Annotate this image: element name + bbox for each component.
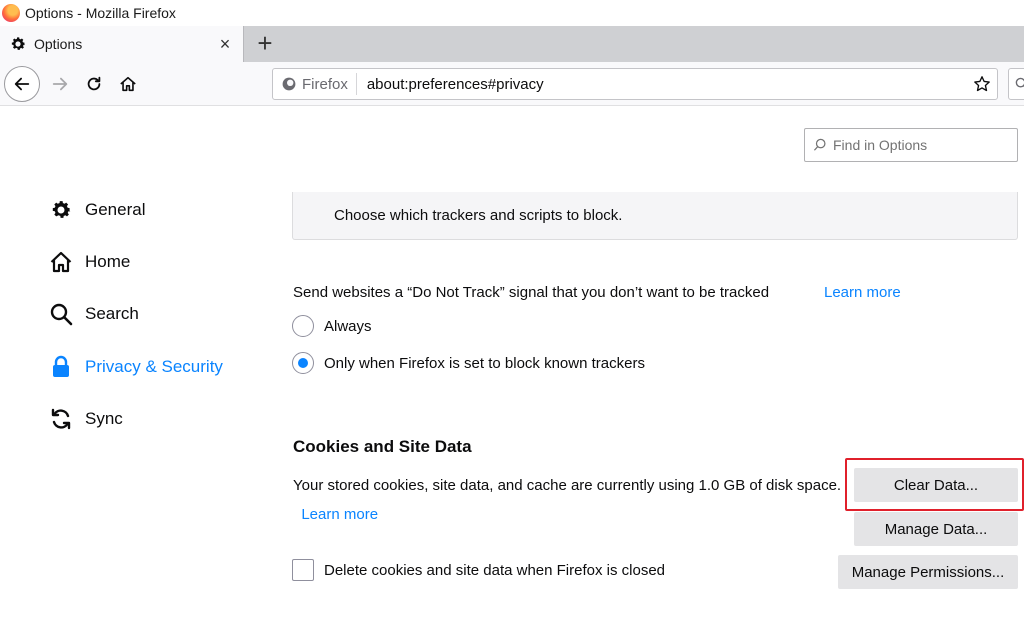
delete-on-close-label: Delete cookies and site data when Firefo… xyxy=(324,561,666,579)
category-home[interactable]: Home xyxy=(48,248,130,276)
cookies-usage-text: Your stored cookies, site data, and cach… xyxy=(293,477,842,494)
delete-on-close-checkbox[interactable] xyxy=(292,559,314,581)
category-label: General xyxy=(85,200,146,219)
radio-button-selected[interactable] xyxy=(292,352,314,374)
find-in-options[interactable] xyxy=(804,128,1018,162)
bookmark-star-icon[interactable] xyxy=(967,69,997,99)
tracking-panel-text: Choose which trackers and scripts to blo… xyxy=(334,207,623,224)
manage-permissions-button[interactable]: Manage Permissions... xyxy=(838,555,1018,589)
search-icon xyxy=(48,301,74,327)
gear-icon xyxy=(48,197,74,223)
category-general[interactable]: General xyxy=(48,196,145,224)
sync-icon xyxy=(48,406,74,432)
forward-button[interactable] xyxy=(42,66,78,102)
preferences-content: General Home Search Privacy & Security S… xyxy=(0,106,1024,627)
nav-bar: Firefox about:preferences#privacy xyxy=(0,62,1024,106)
tab-options[interactable]: Options × xyxy=(0,26,244,62)
back-button[interactable] xyxy=(4,66,40,102)
url-bar[interactable]: Firefox about:preferences#privacy xyxy=(272,68,998,100)
search-icon xyxy=(813,138,826,151)
category-label: Search xyxy=(85,304,139,323)
category-label: Sync xyxy=(85,409,123,428)
reload-button[interactable] xyxy=(76,66,112,102)
category-privacy-security[interactable]: Privacy & Security xyxy=(48,353,223,381)
delete-on-close-option[interactable]: Delete cookies and site data when Firefo… xyxy=(292,558,665,582)
arrow-left-icon xyxy=(14,77,30,91)
radio-label: Only when Firefox is set to block known … xyxy=(324,354,645,372)
firefox-logo-icon xyxy=(2,4,20,22)
cookies-learn-more-link[interactable]: Learn more xyxy=(301,506,378,523)
find-input[interactable] xyxy=(833,137,1013,153)
clear-data-button[interactable]: Clear Data... xyxy=(854,468,1018,502)
lock-icon xyxy=(48,354,74,380)
radio-label: Always xyxy=(324,317,372,335)
gear-icon xyxy=(8,34,28,54)
tracking-protection-panel: Choose which trackers and scripts to blo… xyxy=(292,192,1018,240)
category-sync[interactable]: Sync xyxy=(48,405,123,433)
firefox-icon xyxy=(282,77,296,91)
home-icon xyxy=(48,249,74,275)
manage-data-button[interactable]: Manage Data... xyxy=(854,512,1018,546)
search-icon xyxy=(1015,77,1024,88)
radio-button[interactable] xyxy=(292,315,314,337)
home-button[interactable] xyxy=(110,66,146,102)
close-icon[interactable]: × xyxy=(213,32,237,56)
category-search[interactable]: Search xyxy=(48,300,139,328)
identity-label: Firefox xyxy=(302,75,348,93)
new-tab-button[interactable]: + xyxy=(250,28,280,58)
dnt-option-only-when-blocking[interactable]: Only when Firefox is set to block known … xyxy=(292,351,645,375)
dnt-option-always[interactable]: Always xyxy=(292,314,372,338)
identity-box[interactable]: Firefox xyxy=(273,73,357,95)
arrow-right-icon xyxy=(52,77,68,91)
tab-strip: Options × + xyxy=(0,26,1024,62)
window-title: Options - Mozilla Firefox xyxy=(25,5,176,21)
cookies-description: Your stored cookies, site data, and cach… xyxy=(293,471,843,529)
category-label: Home xyxy=(85,252,131,271)
title-bar: Options - Mozilla Firefox xyxy=(0,0,1024,26)
category-label: Privacy & Security xyxy=(85,357,223,376)
do-not-track-label: Send websites a “Do Not Track” signal th… xyxy=(293,284,770,301)
home-icon xyxy=(120,76,136,92)
browser-search-box[interactable] xyxy=(1008,68,1024,100)
url-text[interactable]: about:preferences#privacy xyxy=(367,76,967,93)
do-not-track-learn-more-link[interactable]: Learn more xyxy=(824,284,901,301)
tab-label: Options xyxy=(34,36,83,52)
cookies-section-heading: Cookies and Site Data xyxy=(293,437,472,456)
reload-icon xyxy=(87,76,101,91)
